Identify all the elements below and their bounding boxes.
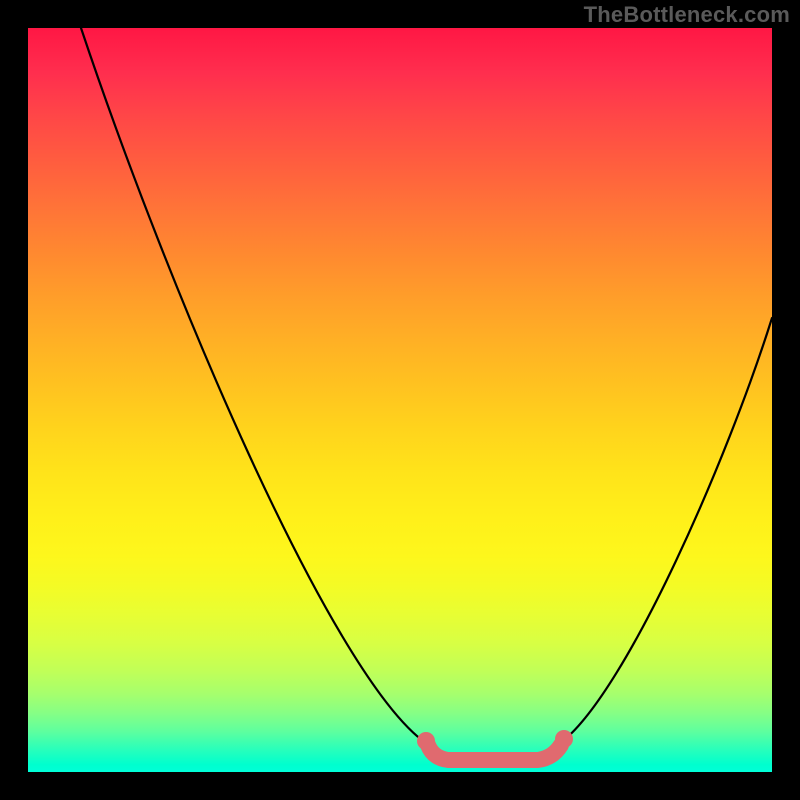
- optimal-range-marker: [28, 28, 772, 772]
- plot-area: [28, 28, 772, 772]
- chart-stage: TheBottleneck.com: [0, 0, 800, 800]
- optimal-range-path: [428, 745, 561, 760]
- optimal-right-dot: [555, 730, 573, 748]
- watermark-text: TheBottleneck.com: [584, 2, 790, 28]
- optimal-left-dot: [417, 732, 435, 750]
